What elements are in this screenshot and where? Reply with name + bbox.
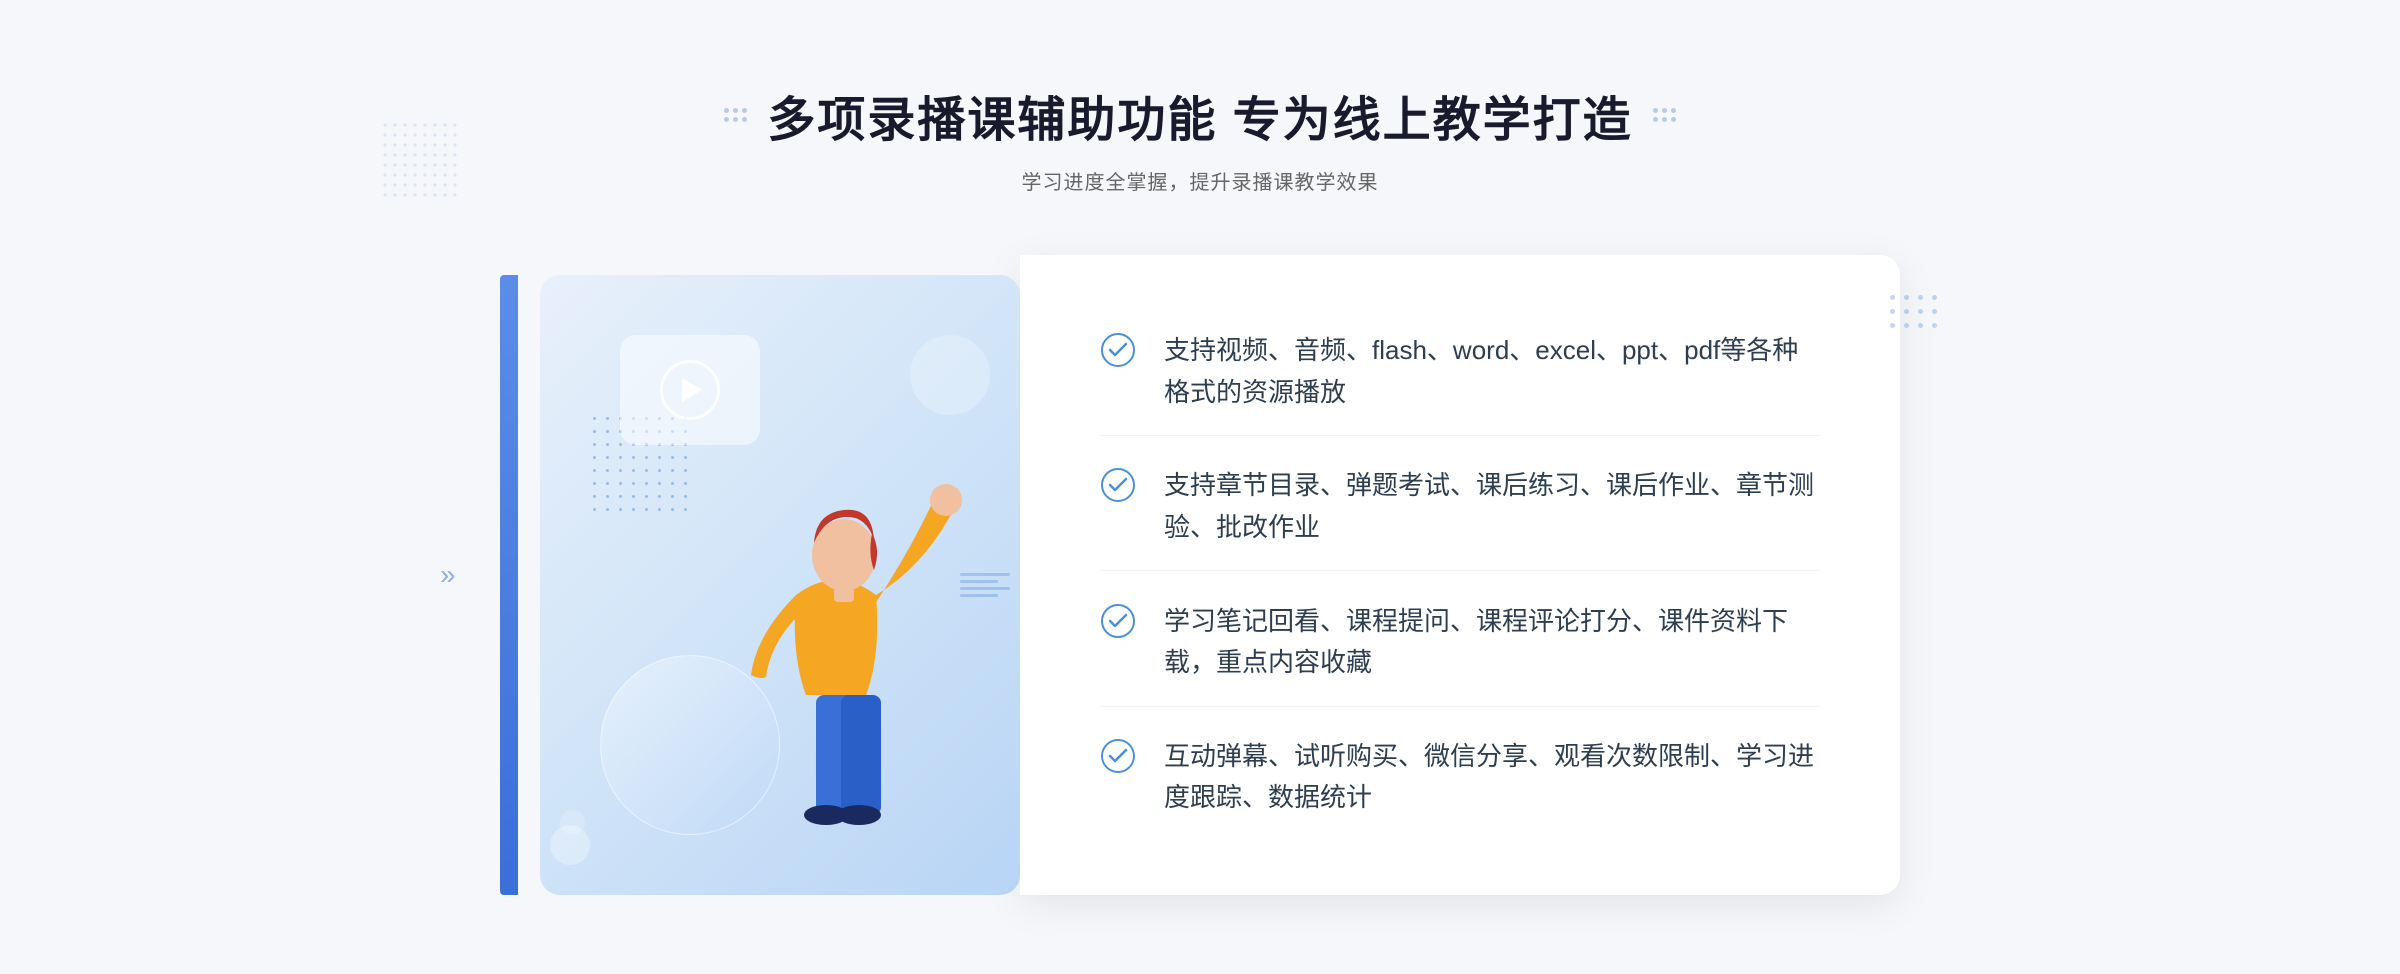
feature-text-2: 支持章节目录、弹题考试、课后练习、课后作业、章节测验、批改作业 <box>1164 465 1820 548</box>
illustration-bg <box>540 275 1020 895</box>
check-circle-icon-1 <box>1100 332 1136 368</box>
deco-stripes <box>960 573 1010 597</box>
feature-text-4: 互动弹幕、试听购买、微信分享、观看次数限制、学习进度跟踪、数据统计 <box>1164 736 1820 819</box>
feature-item-2: 支持章节目录、弹题考试、课后练习、课后作业、章节测验、批改作业 <box>1100 443 1820 571</box>
chevron-icon: » <box>440 559 456 591</box>
header-section: 多项录播课辅助功能 专为线上教学打造 学习进度全掌握，提升录播课教学效果 <box>724 80 1675 195</box>
top-right-dots <box>1890 295 1940 331</box>
page-wrapper: 多项录播课辅助功能 专为线上教学打造 学习进度全掌握，提升录播课教学效果 » <box>0 0 2400 974</box>
check-circle-icon-3 <box>1100 603 1136 639</box>
sub-title: 学习进度全掌握，提升录播课教学效果 <box>724 166 1675 195</box>
check-circle-icon-4 <box>1100 738 1136 774</box>
blue-accent-bar <box>500 275 518 895</box>
left-chevrons: » <box>440 559 456 591</box>
main-title: 多项录播课辅助功能 专为线上教学打造 <box>767 80 1632 150</box>
human-figure <box>696 395 976 895</box>
feature-text-3: 学习笔记回看、课程提问、课程评论打分、课件资料下载，重点内容收藏 <box>1164 601 1820 684</box>
content-section: » <box>500 255 1900 895</box>
title-decoration-right <box>1653 108 1676 122</box>
check-circle-icon-2 <box>1100 467 1136 503</box>
feature-text-1: 支持视频、音频、flash、word、excel、ppt、pdf等各种格式的资源… <box>1164 330 1820 413</box>
title-row: 多项录播课辅助功能 专为线上教学打造 <box>724 80 1675 150</box>
features-area: 支持视频、音频、flash、word、excel、ppt、pdf等各种格式的资源… <box>1020 255 1900 895</box>
feature-item-1: 支持视频、音频、flash、word、excel、ppt、pdf等各种格式的资源… <box>1100 308 1820 436</box>
illustration-area <box>500 255 1020 895</box>
title-decoration-left <box>724 108 747 122</box>
feature-item-4: 互动弹幕、试听购买、微信分享、观看次数限制、学习进度跟踪、数据统计 <box>1100 714 1820 841</box>
feature-item-3: 学习笔记回看、课程提问、课程评论打分、课件资料下载，重点内容收藏 <box>1100 579 1820 707</box>
